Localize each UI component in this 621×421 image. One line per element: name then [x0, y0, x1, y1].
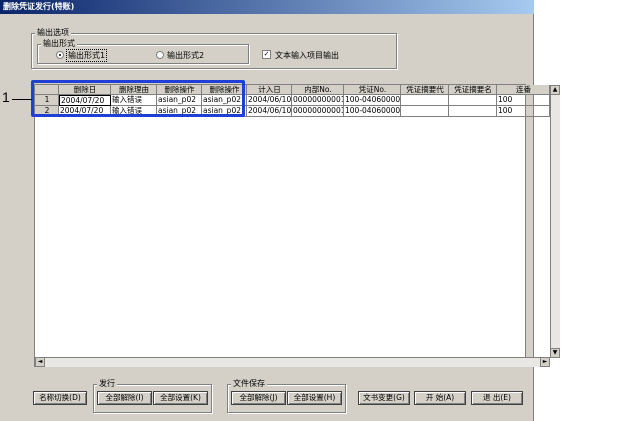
table-cell[interactable]	[401, 95, 449, 106]
output-format1-label[interactable]: 输出形式1	[66, 49, 108, 62]
output-options-label: 输出选项	[35, 27, 71, 38]
table-cell[interactable]: 00000000001	[292, 106, 344, 117]
scroll-right-icon[interactable]: ►	[540, 357, 550, 367]
table-cell[interactable]	[401, 106, 449, 117]
column-header[interactable]: 计入日	[247, 85, 292, 95]
scroll-down-icon[interactable]: ▼	[550, 348, 560, 358]
save-clear-all-button[interactable]: 全部解除(J)	[231, 391, 286, 405]
table-cell[interactable]: 2004/06/10	[247, 95, 292, 106]
scroll-up-icon[interactable]: ▲	[550, 85, 560, 95]
start-button[interactable]: 开 始(A)	[414, 391, 466, 405]
table-cell[interactable]: 100	[497, 95, 550, 106]
dialog-window: 删除凭证发行(特账) 输出选项 输出形式 输出形式1 输出形式2 ✓ 文本输入项…	[0, 0, 560, 421]
callout-highlight-box	[31, 80, 245, 117]
text-input-output-label[interactable]: 文本输入项目输出	[275, 50, 339, 61]
table-cell[interactable]: 00000000001	[292, 95, 344, 106]
scroll-left-icon[interactable]: ◄	[35, 357, 45, 367]
output-format1-radio[interactable]	[56, 51, 64, 59]
output-format-label: 输出形式	[41, 38, 77, 49]
table-cell[interactable]: 2004/06/10	[247, 106, 292, 117]
table-cell[interactable]	[449, 106, 497, 117]
name-switch-button[interactable]: 名称切换(D)	[33, 391, 87, 405]
issue-group-label: 发行	[97, 378, 117, 389]
callout-leader-line	[12, 99, 32, 100]
table-cell[interactable]: 100	[497, 106, 550, 117]
column-header[interactable]: 凭证摘要代	[401, 85, 449, 95]
issue-set-all-button[interactable]: 全部设置(K)	[153, 391, 208, 405]
callout-number: 1	[2, 89, 10, 105]
column-header[interactable]: 凭证No.	[344, 85, 401, 95]
exit-button[interactable]: 退 出(E)	[471, 391, 523, 405]
table-cell[interactable]: 100-04060000	[344, 106, 401, 117]
vertical-scrollbar[interactable]: ▲ ▼	[550, 85, 560, 358]
text-input-output-checkbox[interactable]: ✓	[262, 50, 271, 59]
window-title: 删除凭证发行(特账)	[0, 0, 534, 14]
file-save-group-label: 文件保存	[231, 378, 267, 389]
table-cell[interactable]: 100-04060000	[344, 95, 401, 106]
doc-change-button[interactable]: 文书变更(G)	[358, 391, 410, 405]
save-set-all-button[interactable]: 全部设置(H)	[287, 391, 342, 405]
horizontal-scrollbar[interactable]: ◄ ►	[35, 357, 550, 367]
column-header[interactable]: 凭证摘要名	[449, 85, 497, 95]
output-format2-radio[interactable]	[156, 51, 164, 59]
issue-clear-all-button[interactable]: 全部解除(I)	[97, 391, 152, 405]
table-cell[interactable]	[449, 95, 497, 106]
output-format2-label[interactable]: 输出形式2	[167, 50, 204, 61]
column-header[interactable]: 内部No.	[292, 85, 344, 95]
voucher-grid[interactable]: 删除日 删除理由 删除操作 删除操作 计入日 内部No. 凭证No. 凭证摘要代…	[34, 84, 560, 367]
column-header[interactable]: 连番	[497, 85, 550, 95]
